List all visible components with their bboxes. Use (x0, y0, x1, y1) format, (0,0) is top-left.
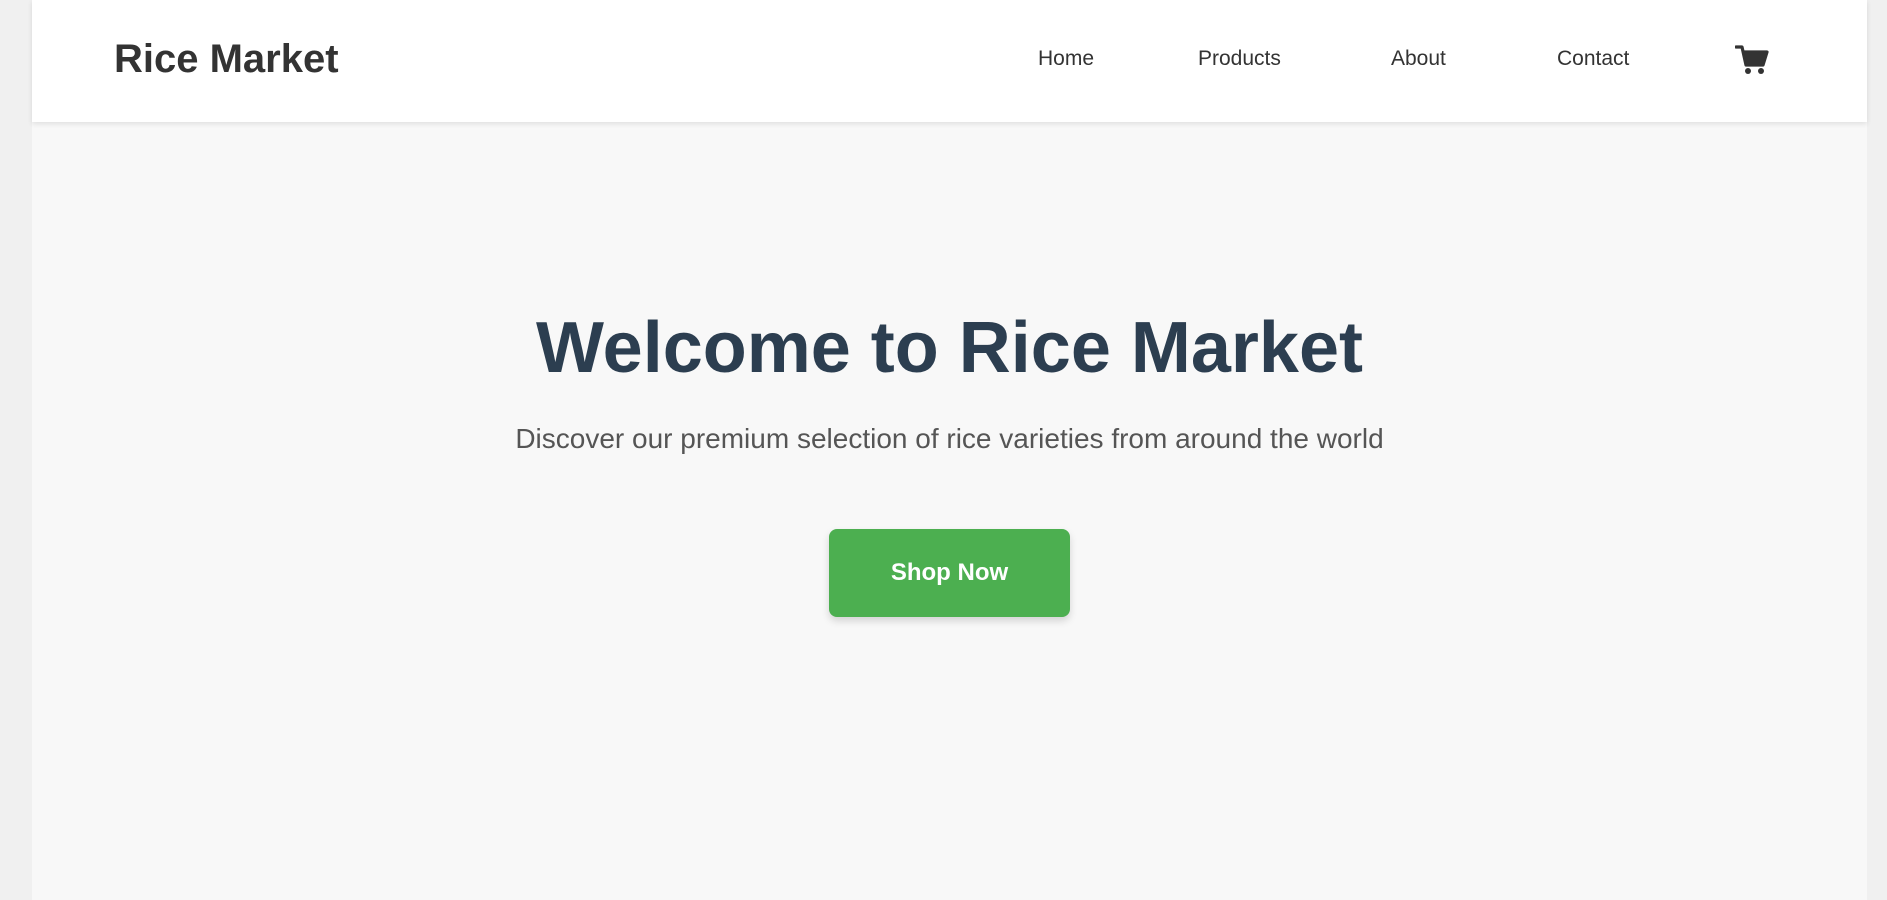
hero-section: Welcome to Rice Market Discover our prem… (32, 122, 1867, 900)
shopping-cart-icon[interactable] (1735, 44, 1769, 76)
nav-link-products[interactable]: Products (1198, 0, 1281, 118)
brand-logo[interactable]: Rice Market (114, 0, 339, 118)
nav-link-about[interactable]: About (1391, 0, 1446, 118)
hero-subtitle: Discover our premium selection of rice v… (515, 423, 1384, 454)
hero-title: Welcome to Rice Market (536, 308, 1363, 388)
shop-now-button[interactable]: Shop Now (829, 529, 1070, 617)
nav-link-contact[interactable]: Contact (1557, 0, 1629, 118)
navbar: Rice Market Home Products About Contact (32, 0, 1867, 122)
nav-link-home[interactable]: Home (1038, 0, 1094, 118)
page: Rice Market Home Products About Contact … (32, 0, 1867, 900)
